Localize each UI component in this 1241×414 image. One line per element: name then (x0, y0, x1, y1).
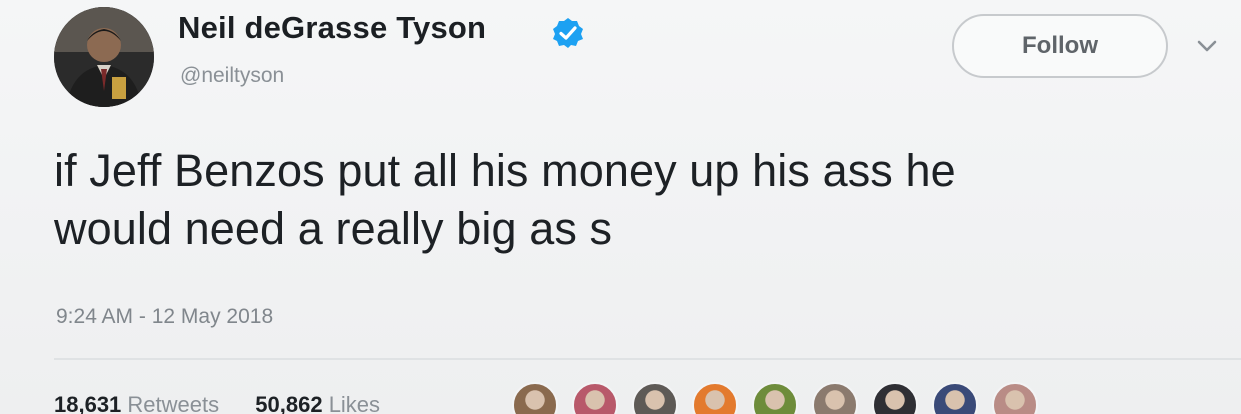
follow-button[interactable]: Follow (952, 14, 1168, 78)
author-avatar[interactable] (54, 7, 154, 107)
liker-avatar[interactable] (512, 382, 558, 414)
tweet-stats: 18,631 Retweets 50,862 Likes (54, 392, 410, 414)
likes-label[interactable]: Likes (329, 392, 380, 414)
avatar-photo (54, 7, 154, 107)
liker-avatar[interactable] (692, 382, 738, 414)
liker-avatar[interactable] (752, 382, 798, 414)
retweets-label[interactable]: Retweets (127, 392, 219, 414)
tweet-text-line-1: if Jeff Benzos put all his money up his … (54, 145, 956, 196)
liker-avatar[interactable] (872, 382, 918, 414)
tweet-text-line-2: would need a really big as s (54, 203, 613, 254)
author-name[interactable]: Neil deGrasse Tyson (178, 10, 486, 46)
liker-avatar[interactable] (632, 382, 678, 414)
stats-divider (54, 358, 1241, 360)
liker-avatar[interactable] (932, 382, 978, 414)
chevron-down-icon[interactable] (1196, 38, 1218, 54)
tweet-text: if Jeff Benzos put all his money up his … (54, 142, 1224, 258)
verified-badge-icon (553, 18, 583, 48)
liker-avatar[interactable] (992, 382, 1038, 414)
tweet-timestamp[interactable]: 9:24 AM - 12 May 2018 (56, 305, 273, 329)
tweet-card: Neil deGrasse Tyson @neiltyson Follow if… (0, 0, 1241, 414)
retweets-count[interactable]: 18,631 (54, 392, 121, 414)
author-handle[interactable]: @neiltyson (180, 64, 284, 88)
liker-avatar[interactable] (572, 382, 618, 414)
likes-count[interactable]: 50,862 (255, 392, 322, 414)
liker-avatar[interactable] (812, 382, 858, 414)
